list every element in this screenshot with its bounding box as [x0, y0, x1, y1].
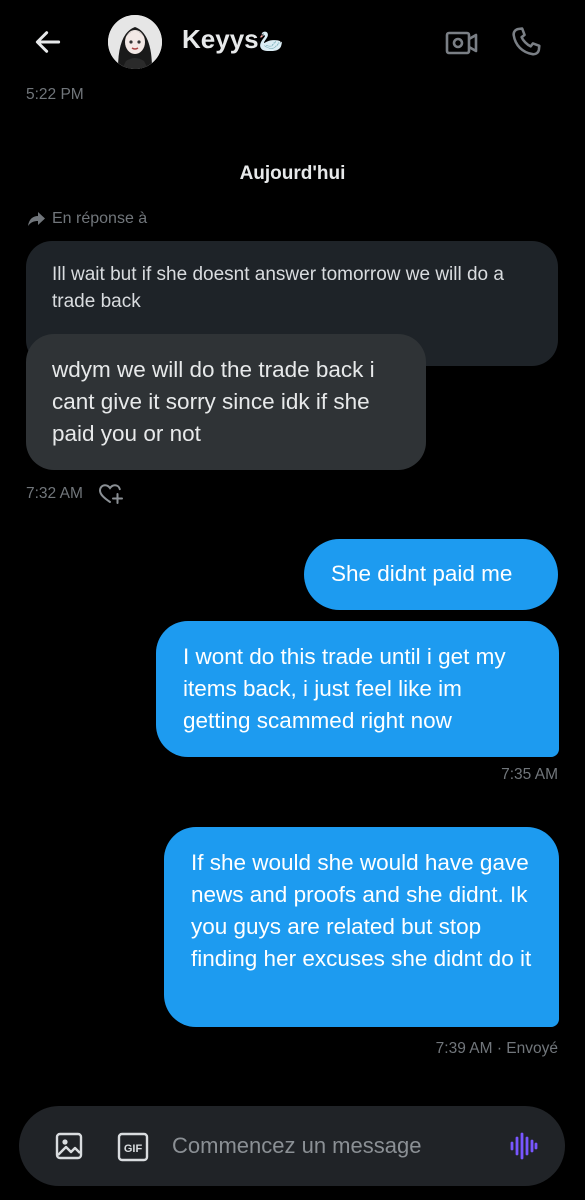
- gif-button[interactable]: GIF: [116, 1130, 150, 1164]
- heart-plus-icon: [98, 484, 123, 504]
- avatar[interactable]: [108, 15, 162, 69]
- back-button[interactable]: [26, 20, 70, 64]
- sent-message-bubble[interactable]: She didnt paid me: [304, 539, 558, 610]
- day-separator: Aujourd'hui: [239, 163, 346, 184]
- sent-message-time: 7:35 AM: [501, 766, 558, 783]
- image-icon: [55, 1132, 83, 1160]
- gif-label: GIF: [124, 1143, 143, 1155]
- voice-call-button[interactable]: [504, 20, 548, 64]
- video-call-button[interactable]: [440, 22, 482, 64]
- previous-message-time: 5:22 PM: [26, 86, 84, 103]
- video-camera-icon: [445, 31, 478, 55]
- reply-indicator: En réponse à: [26, 210, 147, 228]
- add-reaction-button[interactable]: [97, 480, 125, 508]
- avatar-image: [108, 15, 162, 69]
- voice-waveform-icon: [510, 1132, 538, 1160]
- contact-name-text: Keyys: [182, 24, 259, 54]
- sent-message-status: 7:39 AM · Envoyé: [435, 1040, 558, 1057]
- phone-icon: [512, 27, 541, 56]
- contact-name[interactable]: Keyys🦢: [182, 24, 284, 55]
- swan-emoji: 🦢: [258, 31, 284, 53]
- add-photo-button[interactable]: [51, 1128, 87, 1164]
- arrow-left-icon: [35, 31, 61, 53]
- message-input[interactable]: [172, 1126, 482, 1166]
- gif-icon: GIF: [117, 1132, 149, 1162]
- reply-label: En réponse à: [52, 210, 148, 227]
- sent-message-bubble[interactable]: I wont do this trade until i get my item…: [156, 621, 559, 757]
- voice-message-button[interactable]: [505, 1128, 541, 1164]
- received-message-time: 7:32 AM: [26, 485, 83, 502]
- reply-arrow-icon: [28, 212, 45, 226]
- received-message-meta: 7:32 AM: [26, 480, 125, 508]
- sent-message-bubble[interactable]: If she would she would have gave news an…: [164, 827, 559, 1027]
- received-message-bubble[interactable]: wdym we will do the trade back i cant gi…: [26, 334, 426, 470]
